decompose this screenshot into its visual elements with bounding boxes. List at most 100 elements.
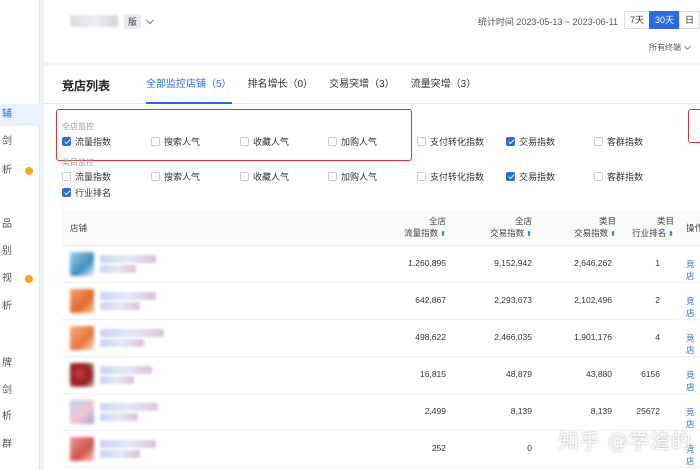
sidebar-item-label: 辅 (2, 109, 12, 120)
cell-cat-rank: 4 (655, 332, 660, 342)
checkbox-unchecked-icon (594, 136, 603, 146)
store-name-blurred (100, 255, 156, 263)
sort-icon[interactable]: ⬍ (440, 229, 446, 241)
date-range-group: 7天 30天 日 (623, 11, 700, 29)
column-header-action: 操作 (686, 223, 700, 233)
store-name-blurred (100, 339, 144, 347)
checkbox-store-trade[interactable]: 交易指数 (506, 135, 555, 147)
store-name-blurred (100, 440, 156, 448)
chevron-down-icon (145, 15, 155, 24)
table-row: 16,815 48,879 43,880 6156 竞店 (62, 357, 700, 394)
sidebar-item-4[interactable]: 品 (0, 214, 40, 236)
cell-cat-trade: 2,646,262 (574, 258, 612, 268)
checkbox-unchecked-icon (240, 136, 249, 146)
sidebar-item-2[interactable]: 剑 (0, 131, 40, 153)
checkbox-cat-flow[interactable]: 流量指数 (62, 170, 111, 182)
checkbox-label: 搜索人气 (164, 171, 201, 182)
sidebar-item-1[interactable]: 辅 (0, 104, 40, 126)
sidebar-item-3[interactable]: 析 (0, 160, 40, 182)
sidebar-item-label: 析 (2, 301, 12, 312)
highlight-annotation-box-right (688, 109, 700, 143)
store-name-blurred (100, 265, 136, 273)
column-header-store: 店铺 (70, 223, 88, 233)
sidebar-item-label: 析 (2, 411, 12, 422)
left-sidebar: 辅 剑 析 品 别 视 析 牌 剑 析 群 (0, 0, 40, 470)
checkbox-unchecked-icon (151, 171, 160, 181)
checkbox-checked-icon (506, 136, 515, 146)
sort-icon[interactable]: ⬍ (526, 229, 532, 241)
cell-cat-rank: 2 (655, 295, 660, 305)
action-link[interactable]: 竞店 (686, 258, 700, 282)
store-thumbnail (70, 326, 94, 350)
checkbox-cat-search[interactable]: 搜索人气 (151, 170, 200, 182)
store-thumbnail (70, 363, 94, 387)
checkbox-industry-rank[interactable]: 行业排名 (62, 186, 111, 198)
checkbox-unchecked-icon (417, 136, 426, 146)
cell-store-flow: 252 (431, 443, 446, 453)
checkbox-label: 流量指数 (75, 171, 112, 182)
store-name-blurred (100, 450, 140, 458)
sidebar-item-10[interactable]: 析 (0, 406, 40, 428)
cell-store-flow: 1,260,895 (408, 258, 446, 268)
checkbox-unchecked-icon (151, 136, 160, 146)
sidebar-item-6[interactable]: 视 (0, 268, 40, 290)
checkbox-label: 收藏人气 (253, 136, 290, 147)
store-thumbnail (70, 437, 94, 461)
store-selector[interactable]: 版 (70, 12, 155, 30)
sidebar-item-label: 牌 (2, 358, 12, 369)
watermark-text: 知乎 @学渣的 (558, 429, 692, 453)
tab-rank-growth[interactable]: 排名增长（0） (240, 66, 322, 104)
store-name-blurred (100, 366, 152, 374)
table-row: 1,260,895 9,152,942 2,646,262 1 竞店 (62, 246, 700, 283)
column-header-cat-trade[interactable]: 类目 交易指数 ⬍ (536, 215, 616, 241)
panel-title: 竞店列表 (62, 79, 111, 93)
action-link[interactable]: 竞店 (686, 332, 700, 356)
sidebar-item-8[interactable]: 牌 (0, 353, 40, 375)
tab-trade-surge[interactable]: 交易突增（3） (321, 66, 403, 104)
cell-store-flow: 16,815 (420, 369, 446, 379)
store-name-blurred (100, 292, 156, 300)
checkbox-unchecked-icon (594, 171, 603, 181)
checkbox-unchecked-icon (328, 171, 337, 181)
store-name-blurred (100, 302, 140, 310)
cell-cat-rank: 6156 (641, 369, 660, 379)
checkbox-store-search[interactable]: 搜索人气 (151, 135, 200, 147)
checkbox-store-cart[interactable]: 加购人气 (328, 135, 377, 147)
range-30d-button[interactable]: 30天 (648, 11, 680, 29)
checkbox-cat-customer[interactable]: 客群指数 (594, 170, 643, 182)
checkbox-store-conversion[interactable]: 支付转化指数 (417, 135, 484, 147)
checkbox-label: 客群指数 (607, 171, 644, 182)
sidebar-item-5[interactable]: 别 (0, 241, 40, 263)
checkbox-cat-conversion[interactable]: 支付转化指数 (417, 170, 484, 182)
cell-store-trade: 2,293,673 (494, 295, 532, 305)
range-7d-button[interactable]: 7天 (623, 11, 650, 29)
column-header-store-flow[interactable]: 全店 流量指数 ⬍ (366, 215, 446, 241)
action-link[interactable]: 竞店 (686, 295, 700, 319)
checkbox-cat-trade[interactable]: 交易指数 (506, 170, 555, 182)
column-header-cat-rank[interactable]: 类目 行业排名 ⬍ (614, 215, 674, 241)
tab-traffic-surge[interactable]: 流量突增（3） (403, 66, 485, 104)
table-row: 642,867 2,293,673 2,102,496 2 竞店 (62, 283, 700, 320)
checkbox-unchecked-icon (417, 171, 426, 181)
sidebar-item-7[interactable]: 析 (0, 296, 40, 318)
cell-store-flow: 498,622 (415, 332, 446, 342)
checkbox-store-favorite[interactable]: 收藏人气 (240, 135, 289, 147)
sidebar-item-9[interactable]: 剑 (0, 380, 40, 402)
cell-store-trade: 9,152,942 (494, 258, 532, 268)
terminal-selector[interactable]: 所有终端 (649, 42, 692, 53)
range-day-button[interactable]: 日 (678, 11, 700, 29)
checkbox-store-flow[interactable]: 流量指数 (62, 135, 111, 147)
checkbox-cat-cart[interactable]: 加购人气 (328, 170, 377, 182)
tab-all-monitored[interactable]: 全部监控店铺（5） (138, 66, 240, 104)
table-header: 店铺 全店 流量指数 ⬍ 全店 交易指数 ⬍ 类目 交易指数 ⬍ 类目 行业排名 ⬍ 操作 (62, 210, 700, 246)
column-header-store-trade[interactable]: 全店 交易指数 ⬍ (452, 215, 532, 241)
action-link[interactable]: 竞店 (686, 369, 700, 393)
checkbox-store-customer[interactable]: 客群指数 (594, 135, 643, 147)
sidebar-item-11[interactable]: 群 (0, 434, 40, 456)
checkbox-cat-favorite[interactable]: 收藏人气 (240, 170, 289, 182)
store-name-blurred (100, 403, 158, 411)
cell-store-flow: 642,867 (415, 295, 446, 305)
store-name-blurred (100, 413, 138, 421)
checkbox-checked-icon (62, 187, 71, 197)
sort-icon[interactable]: ⬍ (668, 229, 674, 241)
